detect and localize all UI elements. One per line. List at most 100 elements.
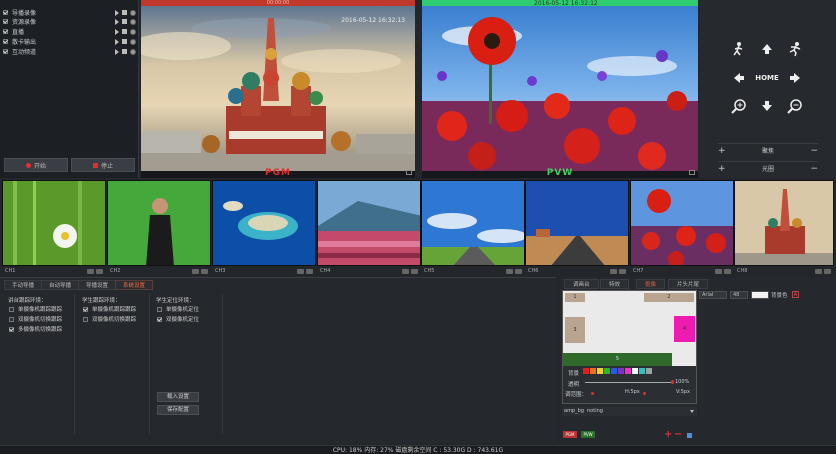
monitor-icon[interactable] [619, 268, 626, 274]
channel-4-thumbnail[interactable] [317, 180, 421, 266]
layer-4[interactable]: 4 [674, 316, 695, 342]
option-checkbox[interactable] [9, 306, 14, 312]
range-h-handle[interactable] [591, 392, 594, 395]
tilt-up-button[interactable] [756, 40, 778, 58]
zoom-in-run-icon[interactable] [784, 40, 806, 58]
camera-icon[interactable] [87, 268, 94, 274]
teacher-option-single[interactable]: 单摄像机跟踪跟踪 [9, 305, 62, 313]
tab-system-settings[interactable]: 系统设置 [115, 280, 154, 290]
student-option-dual[interactable]: 双摄像机切换跟踪 [83, 315, 136, 323]
fullscreen-icon[interactable] [689, 170, 695, 175]
gear-icon[interactable] [130, 18, 136, 25]
zoom-in-icon[interactable] [728, 97, 750, 115]
camera-icon[interactable] [192, 268, 199, 274]
pvw-preview-badge[interactable]: PVW [581, 431, 595, 438]
swatch-white[interactable] [632, 368, 638, 374]
iris-plus-button[interactable]: + [718, 164, 726, 174]
tab-manual-director[interactable]: 手动导播 [4, 280, 43, 290]
zoom-out-walk-icon[interactable] [728, 40, 750, 58]
swatch-purple[interactable] [618, 368, 624, 374]
save-settings-button[interactable]: 保存配置 [157, 405, 199, 415]
option-checkbox[interactable] [157, 316, 162, 322]
tilt-down-button[interactable] [756, 97, 778, 115]
play-icon[interactable] [115, 48, 119, 55]
stop-icon[interactable] [122, 10, 127, 15]
swatch-red[interactable] [583, 368, 589, 374]
stop-icon[interactable] [122, 29, 127, 34]
locate-option-single[interactable]: 单摄像机定位 [157, 305, 199, 313]
focus-minus-button[interactable]: − [810, 146, 818, 156]
add-layer-button[interactable]: + [664, 429, 672, 440]
stop-icon[interactable] [122, 49, 127, 54]
fullscreen-icon[interactable] [406, 170, 412, 175]
channel-7-thumbnail[interactable] [630, 180, 734, 266]
play-icon[interactable] [115, 38, 119, 45]
bold-icon[interactable]: A [792, 291, 799, 298]
play-icon[interactable] [115, 18, 119, 25]
teacher-option-dual[interactable]: 双摄像机切换跟踪 [9, 315, 62, 323]
tab-director-settings[interactable]: 导播设置 [78, 280, 117, 290]
swatch-gray[interactable] [646, 368, 652, 374]
iris-minus-button[interactable]: − [810, 164, 818, 174]
monitor-icon[interactable] [96, 268, 103, 274]
slider-handle[interactable] [671, 380, 674, 384]
channel-5-thumbnail[interactable] [421, 180, 525, 266]
camera-icon[interactable] [815, 268, 822, 274]
pgm-monitor[interactable]: 00:00:00 2016-05-12 16:32:13 PGM [141, 0, 415, 178]
chevron-down-icon[interactable] [690, 410, 694, 413]
zoom-out-icon[interactable] [784, 97, 806, 115]
channel-2-thumbnail[interactable] [107, 180, 211, 266]
channel-8-thumbnail[interactable] [734, 180, 834, 266]
tab-auto-director[interactable]: 自动导播 [41, 280, 80, 290]
tab-intro-outro[interactable]: 片头片尾 [668, 279, 709, 289]
monitor-icon[interactable] [201, 268, 208, 274]
tab-effects[interactable]: 特效 [600, 279, 630, 289]
option-checkbox[interactable] [157, 306, 162, 312]
monitor-icon[interactable] [824, 268, 831, 274]
channel-6-thumbnail[interactable] [525, 180, 629, 266]
camera-icon[interactable] [402, 268, 409, 274]
option-checkbox[interactable] [83, 306, 88, 312]
option-checkbox[interactable] [9, 326, 14, 332]
layer-1[interactable]: 1 [565, 293, 585, 302]
play-icon[interactable] [115, 28, 119, 35]
director-record-checkbox[interactable] [3, 10, 8, 15]
option-checkbox[interactable] [83, 316, 88, 322]
layer-5[interactable]: 5 [563, 353, 672, 366]
stop-button[interactable]: 停止 [71, 158, 135, 172]
start-button[interactable]: 开始 [4, 158, 68, 172]
stop-icon[interactable] [122, 19, 127, 24]
remove-layer-button[interactable]: − [674, 429, 682, 440]
transparency-slider[interactable] [585, 382, 673, 383]
gear-icon[interactable] [130, 9, 136, 16]
font-select[interactable]: Arial [699, 291, 727, 299]
resource-record-checkbox[interactable] [3, 19, 8, 24]
interactive-checkbox[interactable] [3, 49, 8, 54]
monitor-icon[interactable] [411, 268, 418, 274]
swatch-cyan[interactable] [639, 368, 645, 374]
student-option-single[interactable]: 单摄像机跟踪跟踪 [83, 305, 136, 313]
layer-2[interactable]: 2 [644, 293, 694, 302]
locate-option-dual[interactable]: 双摄像机定位 [157, 315, 199, 323]
gear-icon[interactable] [130, 48, 136, 55]
teacher-option-multi[interactable]: 多摄像机切换跟踪 [9, 325, 62, 333]
swatch-blue[interactable] [611, 368, 617, 374]
swatch-orange[interactable] [590, 368, 596, 374]
ptz-home-button[interactable]: HOME [752, 69, 782, 87]
monitor-icon[interactable] [724, 268, 731, 274]
layout-canvas[interactable]: 1 2 3 4 5 背景 透明 100% 调范围： H:5px V:5px [562, 290, 697, 404]
camera-icon[interactable] [715, 268, 722, 274]
pgm-preview-badge[interactable]: PGM [563, 431, 577, 438]
gear-icon[interactable] [130, 28, 136, 35]
pvw-monitor[interactable]: 2016-05-12 16:32:12 PVW [422, 0, 698, 178]
camera-icon[interactable] [297, 268, 304, 274]
monitor-icon[interactable] [515, 268, 522, 274]
layer-3[interactable]: 3 [565, 317, 585, 343]
color-picker-icon[interactable] [687, 433, 692, 438]
swatch-pink[interactable] [625, 368, 631, 374]
gear-icon[interactable] [130, 38, 136, 45]
background-file-row[interactable]: amp_bg noting [562, 407, 697, 416]
play-icon[interactable] [115, 9, 119, 16]
pan-right-button[interactable] [784, 69, 806, 87]
card-output-checkbox[interactable] [3, 39, 8, 44]
